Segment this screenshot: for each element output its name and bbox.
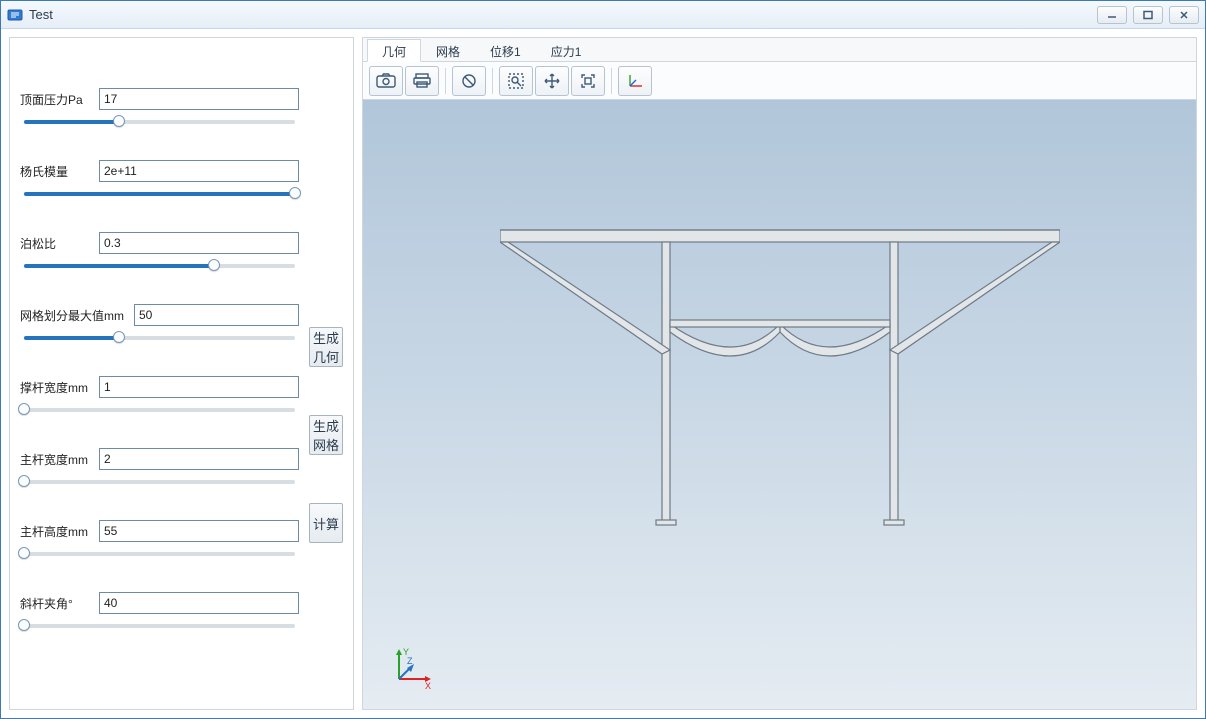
param-label: 撑杆宽度mm <box>20 379 95 396</box>
param-slider[interactable] <box>24 258 295 274</box>
param-input[interactable] <box>134 304 299 326</box>
titlebar: Test <box>1 1 1205 29</box>
param-row: 主杆高度mm <box>20 520 299 562</box>
print-button[interactable] <box>405 66 439 96</box>
tab[interactable]: 位移1 <box>475 39 536 62</box>
generate-geometry-button[interactable]: 生成几何 <box>309 327 343 367</box>
param-row: 泊松比 <box>20 232 299 274</box>
param-column: 顶面压力Pa 杨氏模量泊松比网格划分最大值mm 撑杆宽度mm 主杆宽度mm 主杆高度mm… <box>20 52 299 699</box>
axis-x-label: X <box>425 681 431 691</box>
param-row: 网格划分最大值mm <box>20 304 299 346</box>
param-label: 主杆宽度mm <box>20 451 95 468</box>
param-slider[interactable] <box>24 186 295 202</box>
param-input[interactable] <box>99 88 299 110</box>
window-controls <box>1097 6 1199 24</box>
tab-bar: 几何网格位移1应力1 <box>363 38 1196 62</box>
generate-mesh-button[interactable]: 生成网格 <box>309 415 343 455</box>
param-slider[interactable] <box>24 474 295 490</box>
window-title: Test <box>29 7 1097 22</box>
minimize-button[interactable] <box>1097 6 1127 24</box>
param-row: 杨氏模量 <box>20 160 299 202</box>
param-label: 网格划分最大值mm <box>20 307 130 324</box>
3d-viewport[interactable]: .beam{fill:#e3e6e9;stroke:#6d7a86;stroke… <box>363 100 1196 709</box>
maximize-button[interactable] <box>1133 6 1163 24</box>
toolbar-separator <box>492 68 493 94</box>
pan-button[interactable] <box>535 66 569 96</box>
param-input[interactable] <box>99 376 299 398</box>
param-label: 斜杆夹角° <box>20 595 95 612</box>
param-input[interactable] <box>99 448 299 470</box>
parameter-panel: 顶面压力Pa 杨氏模量泊松比网格划分最大值mm 撑杆宽度mm 主杆宽度mm 主杆高度mm… <box>9 37 354 710</box>
toolbar-separator <box>445 68 446 94</box>
axis-triad: Y X Z <box>387 643 435 691</box>
content-area: 顶面压力Pa 杨氏模量泊松比网格划分最大值mm 撑杆宽度mm 主杆宽度mm 主杆高度mm… <box>1 29 1205 718</box>
compute-button[interactable]: 计算 <box>309 503 343 543</box>
tab[interactable]: 网格 <box>421 39 475 62</box>
param-slider[interactable] <box>24 402 295 418</box>
screenshot-button[interactable] <box>369 66 403 96</box>
tab[interactable]: 应力1 <box>536 39 597 62</box>
action-button-column: 生成几何 生成网格 计算 <box>309 52 343 699</box>
fit-view-button[interactable] <box>571 66 605 96</box>
param-row: 斜杆夹角° <box>20 592 299 634</box>
close-button[interactable] <box>1169 6 1199 24</box>
param-input[interactable] <box>99 232 299 254</box>
app-window: Test 顶面压力Pa 杨氏模量泊松比网格划分最大值mm 撑杆宽度mm 主杆宽度mm 主… <box>0 0 1206 719</box>
param-slider[interactable] <box>24 330 295 346</box>
param-label: 泊松比 <box>20 235 95 252</box>
param-row: 主杆宽度mm <box>20 448 299 490</box>
param-label: 顶面压力Pa <box>20 91 95 108</box>
view-mode-button[interactable] <box>452 66 486 96</box>
param-row: 顶面压力Pa <box>20 88 299 130</box>
viewport-panel: 几何网格位移1应力1 <box>362 37 1197 710</box>
tab[interactable]: 几何 <box>367 39 421 62</box>
zoom-window-button[interactable] <box>499 66 533 96</box>
param-slider[interactable] <box>24 546 295 562</box>
param-label: 主杆高度mm <box>20 523 95 540</box>
param-slider[interactable] <box>24 618 295 634</box>
param-slider[interactable] <box>24 114 295 130</box>
param-row: 撑杆宽度mm <box>20 376 299 418</box>
viewport-toolbar <box>363 62 1196 100</box>
param-input[interactable] <box>99 592 299 614</box>
axis-orientation-button[interactable] <box>618 66 652 96</box>
toolbar-separator <box>611 68 612 94</box>
param-label: 杨氏模量 <box>20 163 95 180</box>
app-icon <box>7 7 23 23</box>
axis-z-label: Z <box>407 656 413 666</box>
param-input[interactable] <box>99 160 299 182</box>
geometry-model: .beam{fill:#e3e6e9;stroke:#6d7a86;stroke… <box>500 220 1060 540</box>
param-input[interactable] <box>99 520 299 542</box>
